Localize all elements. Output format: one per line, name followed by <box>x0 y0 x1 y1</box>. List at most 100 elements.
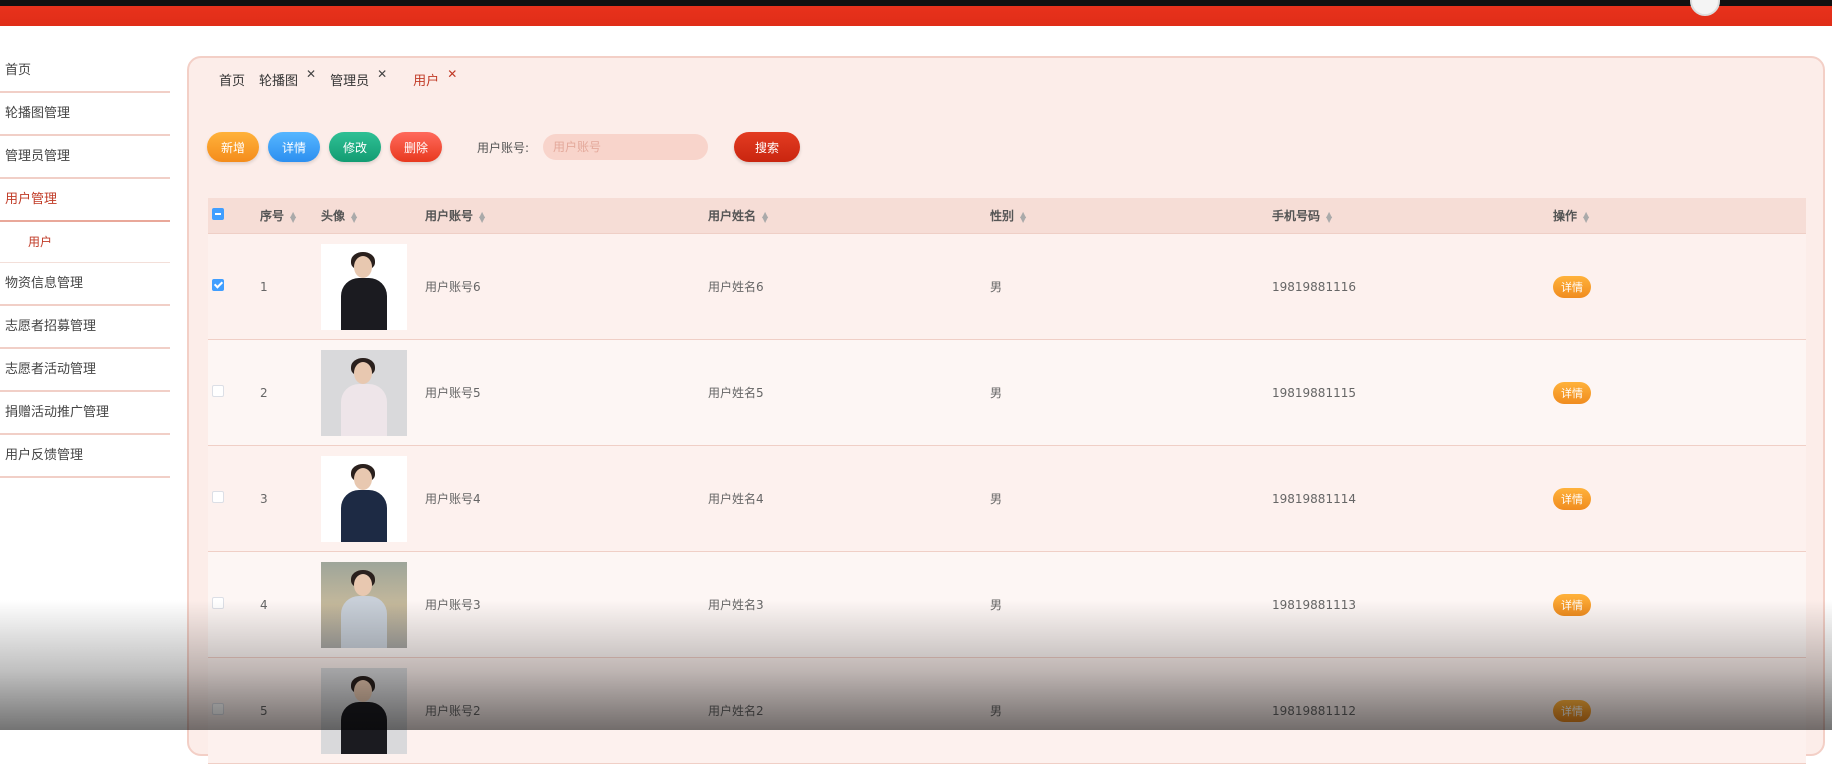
column-label: 用户姓名 <box>708 209 757 223</box>
column-header[interactable]: 用户账号 ▲ ▼ <box>425 207 708 224</box>
sort-icon[interactable]: ▲ ▼ <box>1326 210 1332 223</box>
sort-icon[interactable]: ▲ ▼ <box>351 210 357 223</box>
row-checkbox[interactable] <box>212 703 224 715</box>
row-index: 3 <box>260 491 268 506</box>
sidebar-item-donation-promotion[interactable]: 捐赠活动推广管理 <box>0 392 170 435</box>
sidebar-item-admin-management[interactable]: 管理员管理 <box>0 136 170 179</box>
user-phone: 19819881112 <box>1272 703 1356 718</box>
column-label: 手机号码 <box>1272 209 1321 223</box>
row-index: 4 <box>260 597 268 612</box>
user-account: 用户账号5 <box>425 386 481 400</box>
action-toolbar: 新增 详情 修改 删除 用户账号: 搜索 <box>207 132 801 162</box>
tab-label: 首页 <box>219 74 246 89</box>
close-icon[interactable]: ✕ <box>306 67 316 81</box>
sidebar-menu: 首页 轮播图管理 管理员管理 用户管理 用户 物资信息管理 志愿者招募管理 志愿… <box>0 50 170 478</box>
row-index: 2 <box>260 385 268 400</box>
add-button[interactable]: 新增 <box>207 132 259 162</box>
detail-button[interactable]: 详情 <box>268 132 320 162</box>
sidebar-item-supplies-management[interactable]: 物资信息管理 <box>0 263 170 306</box>
user-avatar-image[interactable] <box>321 561 407 648</box>
row-index: 5 <box>260 703 268 718</box>
sort-icon[interactable]: ▲ ▼ <box>762 210 768 223</box>
user-name: 用户姓名6 <box>708 280 764 294</box>
user-gender: 男 <box>990 598 1003 612</box>
sidebar-item-carousel-management[interactable]: 轮播图管理 <box>0 93 170 136</box>
column-label: 序号 <box>260 209 285 223</box>
table-row[interactable]: 4 用户账号3 用户姓名3 男 19819881113 详情 <box>208 552 1806 658</box>
sort-icon[interactable]: ▲ ▼ <box>1583 210 1589 223</box>
tab-admin[interactable]: 管理员 ✕ <box>330 67 387 89</box>
user-gender: 男 <box>990 386 1003 400</box>
close-icon[interactable]: ✕ <box>377 67 387 81</box>
row-checkbox[interactable] <box>212 385 224 397</box>
user-phone: 19819881115 <box>1272 385 1356 400</box>
column-label: 操作 <box>1553 209 1578 223</box>
column-header[interactable]: 手机号码 ▲ ▼ <box>1272 207 1553 224</box>
user-account: 用户账号4 <box>425 492 481 506</box>
user-name: 用户姓名4 <box>708 492 764 506</box>
row-checkbox[interactable] <box>212 279 224 291</box>
tab-bar: 首页 轮播图 ✕ 管理员 ✕ 用户 ✕ <box>219 67 471 89</box>
column-header[interactable]: 性别 ▲ ▼ <box>990 207 1272 224</box>
sort-icon[interactable]: ▲ ▼ <box>479 210 485 223</box>
row-index: 1 <box>260 279 268 294</box>
sidebar-item-home[interactable]: 首页 <box>0 50 170 93</box>
row-checkbox[interactable] <box>212 597 224 609</box>
sidebar-item-volunteer-activities[interactable]: 志愿者活动管理 <box>0 349 170 392</box>
edit-button[interactable]: 修改 <box>329 132 381 162</box>
user-account: 用户账号2 <box>425 704 481 718</box>
sidebar-item-user-feedback[interactable]: 用户反馈管理 <box>0 435 170 478</box>
column-header[interactable]: 操作 ▲ ▼ <box>1553 207 1806 224</box>
row-detail-button[interactable]: 详情 <box>1553 487 1591 510</box>
user-avatar-icon[interactable] <box>1690 0 1720 16</box>
row-detail-button[interactable]: 详情 <box>1553 275 1591 298</box>
select-all-checkbox[interactable] <box>212 208 224 220</box>
tab-carousel[interactable]: 轮播图 ✕ <box>259 67 316 89</box>
table-header: 序号 ▲ ▼ 头像 ▲ ▼ 用户账号 ▲ ▼ 用户姓名 ▲ ▼ 性别 ▲ ▼ 手机号码 ▲ ▼ 操作 ▲ ▼ <box>208 198 1806 234</box>
tab-users[interactable]: 用户 ✕ <box>413 67 457 89</box>
sidebar-subitem-users[interactable]: 用户 <box>0 222 170 263</box>
column-header[interactable]: 序号 ▲ ▼ <box>260 207 321 224</box>
tab-home[interactable]: 首页 <box>219 70 245 89</box>
tab-label: 轮播图 <box>259 74 299 89</box>
user-gender: 男 <box>990 492 1003 506</box>
row-detail-button[interactable]: 详情 <box>1553 381 1591 404</box>
user-avatar-image[interactable] <box>321 243 407 330</box>
column-header[interactable]: 头像 ▲ ▼ <box>321 207 425 224</box>
column-label: 头像 <box>321 209 346 223</box>
delete-button[interactable]: 删除 <box>390 132 442 162</box>
sidebar-item-user-management[interactable]: 用户管理 <box>0 179 170 222</box>
tab-label: 用户 <box>413 74 440 89</box>
table-row[interactable]: 5 用户账号2 用户姓名2 男 19819881112 详情 <box>208 658 1806 764</box>
table-row[interactable]: 2 用户账号5 用户姓名5 男 19819881115 详情 <box>208 340 1806 446</box>
user-gender: 男 <box>990 280 1003 294</box>
user-name: 用户姓名2 <box>708 704 764 718</box>
table-body: 1 用户账号6 用户姓名6 男 19819881116 详情 2 用户账号5 用… <box>208 234 1806 764</box>
search-input[interactable] <box>543 134 709 160</box>
row-detail-button[interactable]: 详情 <box>1553 699 1591 722</box>
column-label: 性别 <box>990 209 1015 223</box>
user-avatar-image[interactable] <box>321 667 407 754</box>
tab-label: 管理员 <box>330 74 370 89</box>
user-account: 用户账号3 <box>425 598 481 612</box>
user-name: 用户姓名3 <box>708 598 764 612</box>
row-detail-button[interactable]: 详情 <box>1553 593 1591 616</box>
user-phone: 19819881116 <box>1272 279 1356 294</box>
column-header[interactable]: 用户姓名 ▲ ▼ <box>708 207 990 224</box>
close-icon[interactable]: ✕ <box>447 67 457 81</box>
user-avatar-image[interactable] <box>321 349 407 436</box>
users-table: 序号 ▲ ▼ 头像 ▲ ▼ 用户账号 ▲ ▼ 用户姓名 ▲ ▼ 性别 ▲ ▼ 手机号码 ▲ ▼ 操作 ▲ ▼… <box>208 198 1806 764</box>
table-row[interactable]: 3 用户账号4 用户姓名4 男 19819881114 详情 <box>208 446 1806 552</box>
sort-icon[interactable]: ▲ ▼ <box>1020 210 1026 223</box>
row-checkbox[interactable] <box>212 491 224 503</box>
search-label: 用户账号: <box>477 140 530 155</box>
user-phone: 19819881113 <box>1272 597 1356 612</box>
top-header-bar <box>0 0 1832 26</box>
user-gender: 男 <box>990 704 1003 718</box>
user-avatar-image[interactable] <box>321 455 407 542</box>
column-label: 用户账号 <box>425 209 474 223</box>
search-button[interactable]: 搜索 <box>734 132 801 162</box>
table-row[interactable]: 1 用户账号6 用户姓名6 男 19819881116 详情 <box>208 234 1806 340</box>
sidebar-item-volunteer-recruitment[interactable]: 志愿者招募管理 <box>0 306 170 349</box>
sort-icon[interactable]: ▲ ▼ <box>290 210 296 223</box>
